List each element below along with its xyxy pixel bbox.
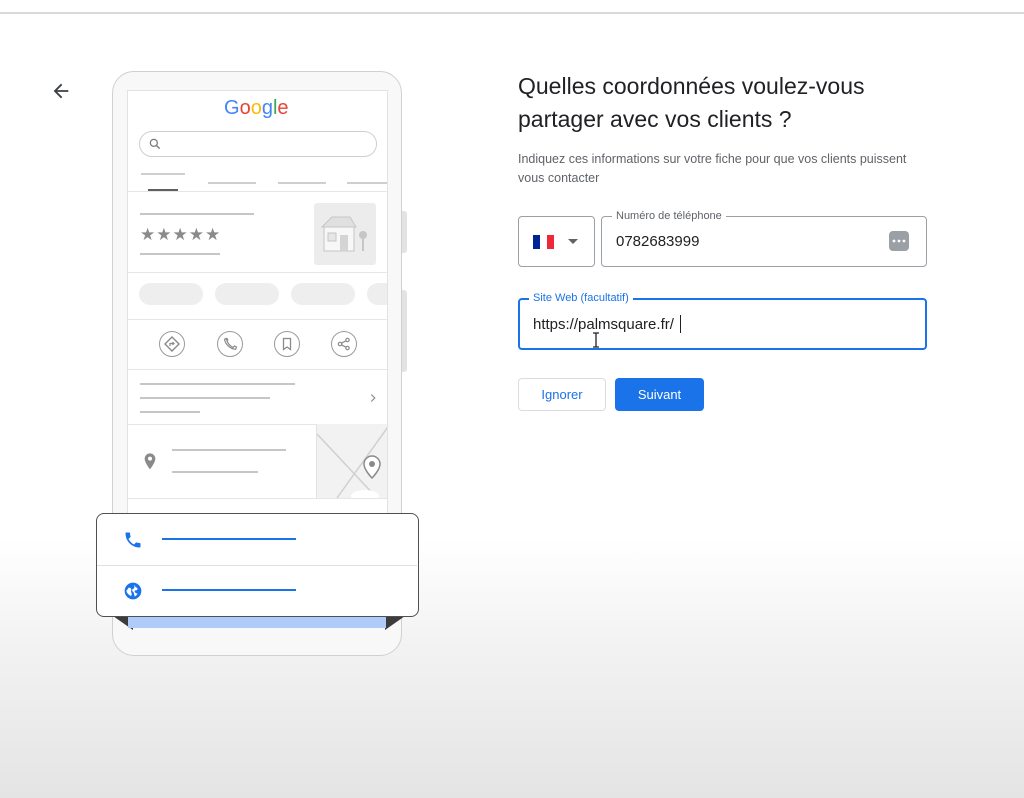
phone-icon xyxy=(217,331,243,357)
placeholder-chip xyxy=(139,283,203,305)
illustration-divider xyxy=(128,369,387,370)
password-dots-icon[interactable] xyxy=(889,231,909,251)
country-selector[interactable] xyxy=(518,216,595,267)
placeholder-line xyxy=(172,449,286,451)
placeholder-chip xyxy=(367,283,387,305)
illustration-search-bar xyxy=(139,131,377,157)
text-cursor xyxy=(680,315,681,333)
illustration-tab xyxy=(141,173,185,175)
map-thumbnail xyxy=(316,424,387,502)
illustration-tab xyxy=(278,182,326,184)
placeholder-chip xyxy=(215,283,279,305)
placeholder-line xyxy=(140,397,270,399)
phone-screen: Google ★★★★★ xyxy=(127,90,388,520)
google-logo-letter: o xyxy=(239,97,251,119)
skip-button[interactable]: Ignorer xyxy=(518,378,606,411)
directions-icon xyxy=(159,331,185,357)
placeholder-line xyxy=(140,383,295,385)
chevron-down-icon xyxy=(568,239,578,244)
placeholder-line xyxy=(140,253,220,255)
website-input[interactable] xyxy=(533,300,773,348)
google-logo-letter: G xyxy=(224,97,240,119)
phone-input[interactable] xyxy=(616,217,856,266)
illustration-tab xyxy=(208,182,256,184)
flag-stripe xyxy=(533,235,540,249)
google-logo-letter: o xyxy=(250,97,262,119)
bookmark-icon xyxy=(274,331,300,357)
placeholder-chip xyxy=(291,283,355,305)
placeholder-line xyxy=(140,411,200,413)
website-field[interactable]: Site Web (facultatif) xyxy=(518,291,927,350)
location-pin-icon xyxy=(144,453,156,470)
chevron-right-icon xyxy=(370,394,376,402)
phone-side-button xyxy=(402,211,407,253)
contact-info-card xyxy=(96,513,419,617)
france-flag-icon xyxy=(533,235,554,249)
popup-divider xyxy=(97,565,417,566)
flag-stripe xyxy=(547,235,554,249)
phone-icon xyxy=(125,532,141,548)
website-placeholder-line xyxy=(162,589,296,591)
arrow-left-icon[interactable] xyxy=(50,80,72,102)
popup-highlight-bar xyxy=(128,617,386,628)
illustration-divider xyxy=(128,498,387,499)
page-title: Quelles coordonnées voulez-vous partager… xyxy=(518,73,865,132)
placeholder-line xyxy=(172,471,258,473)
page-subtitle: Indiquez ces informations sur votre fich… xyxy=(518,152,907,185)
google-logo-letter: e xyxy=(277,97,289,119)
illustration-divider xyxy=(128,191,387,192)
search-icon xyxy=(149,138,161,150)
phone-side-button xyxy=(402,290,407,372)
phone-placeholder-line xyxy=(162,538,296,540)
globe-icon xyxy=(124,582,142,600)
illustration-divider xyxy=(128,319,387,320)
google-logo-letter: g xyxy=(261,97,273,119)
ibeam-cursor-icon xyxy=(593,332,599,348)
top-bar xyxy=(0,0,1024,14)
storefront-thumbnail xyxy=(314,203,376,265)
share-icon xyxy=(331,331,357,357)
storefront-icon xyxy=(320,216,367,252)
google-logo: Google xyxy=(224,97,289,120)
placeholder-line xyxy=(140,213,254,215)
rating-stars: ★★★★★ xyxy=(140,225,222,244)
map-icon xyxy=(316,426,387,502)
illustration-tab xyxy=(347,182,387,184)
flag-stripe xyxy=(540,235,547,249)
illustration-divider xyxy=(128,272,387,273)
phone-field[interactable]: Numéro de téléphone xyxy=(601,209,927,267)
next-button[interactable]: Suivant xyxy=(615,378,704,411)
